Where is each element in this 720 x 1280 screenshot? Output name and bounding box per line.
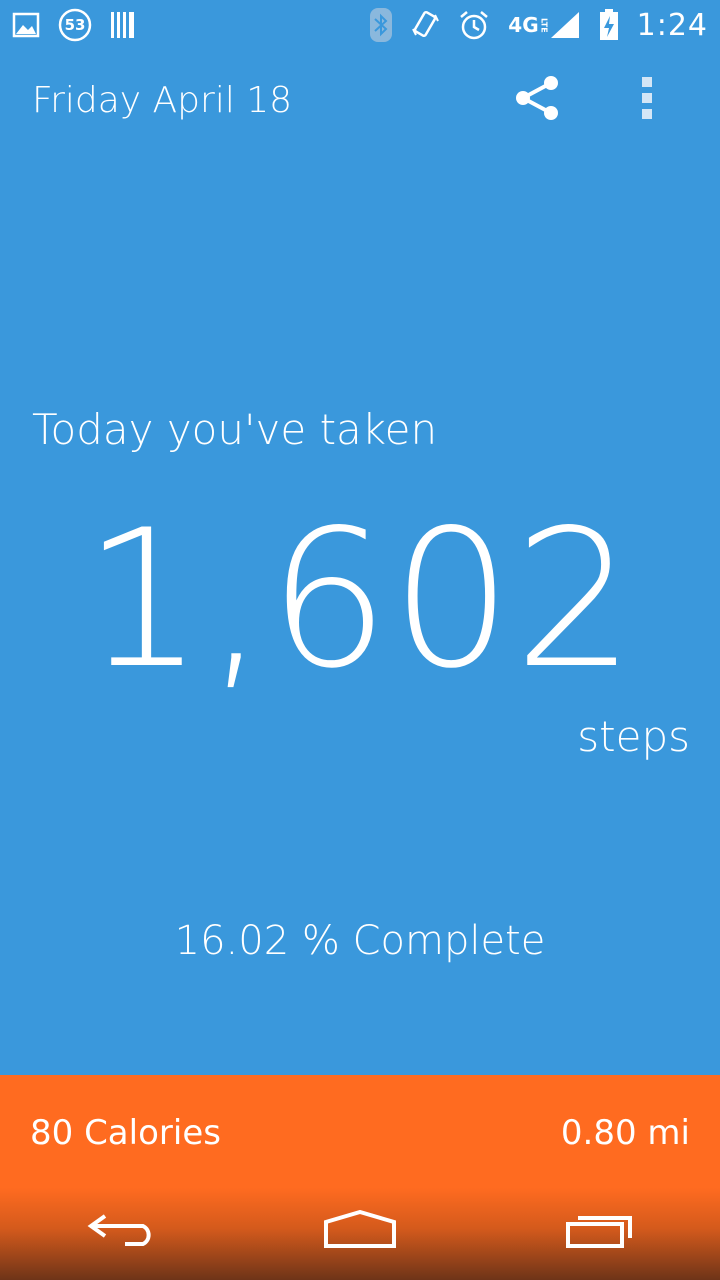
back-button[interactable] xyxy=(50,1192,190,1272)
notification-count: 53 xyxy=(64,16,86,34)
share-icon xyxy=(513,73,563,127)
status-bar-left: 53 xyxy=(12,8,136,42)
overflow-menu-button[interactable] xyxy=(608,60,688,140)
overflow-menu-icon xyxy=(641,75,655,125)
action-bar: Friday April 18 xyxy=(0,50,720,150)
step-count: 1,602 xyxy=(83,489,637,710)
intro-text: Today you've taken xyxy=(32,405,438,454)
network-type: 4G xyxy=(508,13,539,37)
home-icon xyxy=(322,1209,398,1254)
footer: 80 Calories 0.80 mi xyxy=(0,1075,720,1280)
4g-lte-icon: 4G LTE xyxy=(508,13,548,37)
signal-icon xyxy=(549,10,581,40)
status-bar: 53 4G LTE 1:24 xyxy=(0,0,720,50)
footer-stats: 80 Calories 0.80 mi xyxy=(0,1075,720,1190)
battery-charging-icon xyxy=(599,9,619,41)
vibrate-icon xyxy=(410,9,440,41)
distance-value: 0.80 mi xyxy=(560,1112,690,1153)
share-button[interactable] xyxy=(498,60,578,140)
calories-value: 80 Calories xyxy=(30,1112,221,1153)
recent-apps-icon xyxy=(564,1210,636,1254)
clock: 1:24 xyxy=(636,7,708,43)
notification-count-icon: 53 xyxy=(58,8,92,42)
gallery-icon xyxy=(12,12,40,38)
steps-unit: steps xyxy=(577,712,690,761)
bluetooth-icon xyxy=(370,8,393,42)
status-bar-right: 4G LTE 1:24 xyxy=(370,8,708,43)
alarm-icon xyxy=(458,9,490,41)
network-subtype: LTE xyxy=(539,17,549,33)
back-icon xyxy=(85,1210,155,1254)
recent-apps-button[interactable] xyxy=(530,1192,670,1272)
home-button[interactable] xyxy=(290,1192,430,1272)
navigation-bar xyxy=(0,1184,720,1280)
completion-text: 16.02 % Complete xyxy=(174,918,546,964)
barcode-icon xyxy=(110,10,136,40)
date-title: Friday April 18 xyxy=(32,79,293,121)
